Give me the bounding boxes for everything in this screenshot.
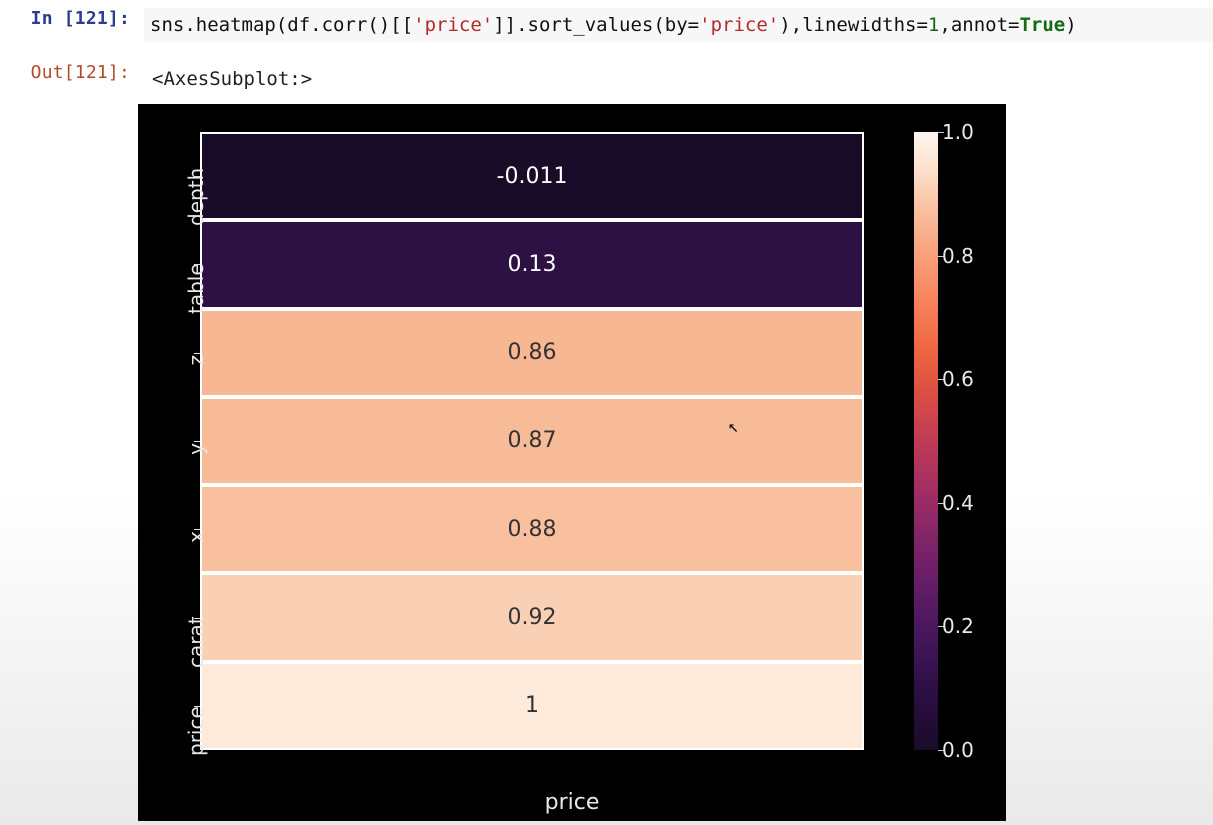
heatmap-cell: 0.92 xyxy=(202,575,862,659)
y-tick-mark xyxy=(194,353,200,354)
colorbar-tick-mark xyxy=(938,379,944,380)
colorbar-tick-label: 1.0 xyxy=(942,120,986,144)
x-axis-label: price xyxy=(138,790,1006,815)
code-input[interactable]: sns.heatmap(df.corr()[['price']].sort_va… xyxy=(144,8,1213,42)
y-tick-label: table xyxy=(184,266,208,314)
y-tick-label: price xyxy=(184,708,208,756)
output-cell: Out[121]: <AxesSubplot:> xyxy=(0,42,1213,96)
output-prompt: Out[121]: xyxy=(0,62,144,83)
code-token: 'price' xyxy=(699,14,779,36)
heatmap-cell: 0.87 xyxy=(202,399,862,483)
heatmap-cell: 0.88 xyxy=(202,487,862,571)
code-token: ),linewidths= xyxy=(779,14,928,36)
y-tick-label: z xyxy=(184,355,208,403)
heatmap-cell: 0.13 xyxy=(202,222,862,306)
heatmap-cell: 1 xyxy=(202,664,862,748)
code-token: ) xyxy=(1065,14,1076,36)
y-tick-label: y xyxy=(184,443,208,491)
code-token: (df.corr()[[ xyxy=(276,14,413,36)
input-cell: In [121]: sns.heatmap(df.corr()[['price'… xyxy=(0,0,1213,42)
code-token: True xyxy=(1019,14,1065,36)
colorbar xyxy=(914,132,938,750)
y-tick-label: depth xyxy=(184,178,208,226)
colorbar-tick-label: 0.0 xyxy=(942,738,986,762)
heatmap-figure: -0.0110.130.860.870.880.921 depth table zy… xyxy=(138,104,1006,821)
heatmap-cell: 0.86 xyxy=(202,311,862,395)
code-token: ]].sort_values(by= xyxy=(493,14,699,36)
output-repr: <AxesSubplot:> xyxy=(144,62,320,96)
code-token: sns xyxy=(150,14,184,36)
colorbar-tick-mark xyxy=(938,750,944,751)
colorbar-tick-mark xyxy=(938,626,944,627)
colorbar-tick-mark xyxy=(938,503,944,504)
y-tick-label: carat xyxy=(184,620,208,668)
input-prompt: In [121]: xyxy=(0,8,144,29)
y-tick-mark xyxy=(194,176,200,177)
code-token: 'price' xyxy=(413,14,493,36)
colorbar-tick-mark xyxy=(938,132,944,133)
y-tick-mark xyxy=(194,264,200,265)
code-token: . xyxy=(184,14,195,36)
colorbar-tick-label: 0.6 xyxy=(942,367,986,391)
y-tick-mark xyxy=(194,706,200,707)
colorbar-tick-label: 0.8 xyxy=(942,244,986,268)
colorbar-tick-mark xyxy=(938,256,944,257)
code-token: ,annot= xyxy=(939,14,1019,36)
heatmap-cell: -0.011 xyxy=(202,134,862,218)
code-token: 1 xyxy=(928,14,939,36)
y-tick-label: x xyxy=(184,531,208,579)
colorbar-tick-label: 0.4 xyxy=(942,491,986,515)
heatmap-axes: -0.0110.130.860.870.880.921 xyxy=(200,132,864,750)
y-tick-mark xyxy=(194,618,200,619)
y-tick-mark xyxy=(194,529,200,530)
colorbar-tick-label: 0.2 xyxy=(942,614,986,638)
code-token: heatmap xyxy=(196,14,276,36)
y-tick-mark xyxy=(194,441,200,442)
